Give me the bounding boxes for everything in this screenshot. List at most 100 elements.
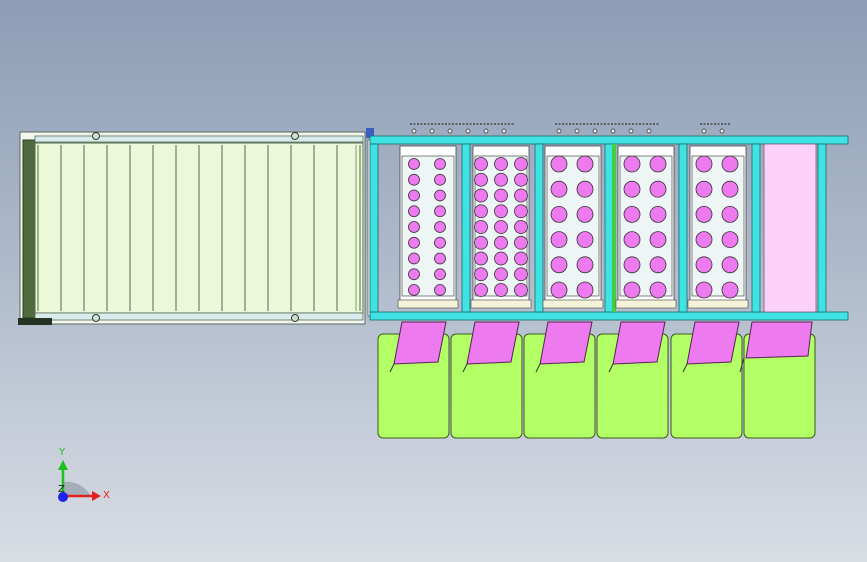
drum-hole [721,205,739,223]
sprocket-icon [646,128,652,134]
drum-hole [721,281,739,299]
sprocket-icon [411,128,417,134]
drum-hole [434,173,446,186]
drum-hole [550,180,568,198]
bearing-icon [291,132,299,140]
drum-hole [474,172,488,187]
drum-hole [494,220,508,234]
sorter-drum [546,155,600,297]
drum-hole [408,268,420,281]
drum-hole [434,221,446,233]
drum-hole [474,220,488,234]
x-axis-label: X [103,490,110,501]
frame-post [604,143,614,313]
discharge-chute [539,321,593,365]
drum-hole [550,231,568,249]
sprocket-icon [574,128,580,134]
drum-hole [474,235,488,250]
frame-post [817,143,827,313]
conveyor-foot [18,318,52,325]
drum-hole [408,284,420,296]
drum-hole [695,256,713,274]
discharge-chute [393,321,447,365]
drum-hole [649,205,667,223]
collection-bins[interactable] [377,321,816,439]
cad-viewport[interactable]: X Y Z [0,0,867,562]
conveyor-bottom-rail [34,312,364,321]
frame-bottom-beam [369,311,849,321]
z-axis-label: Z [58,484,65,495]
drum-hole [623,231,641,249]
drum-hole [434,158,446,170]
frame-post [369,143,379,313]
drum-hole [474,267,488,282]
drum-hole [408,252,420,265]
drum-hole [623,281,641,299]
drive-chains [410,123,730,134]
drum-hole [721,256,739,274]
drum-hole [550,155,568,173]
sprocket-icon [429,128,435,134]
drum-hole [649,281,667,299]
triad-plane [63,481,91,496]
drum-hole [494,204,508,219]
drum-hole [514,188,528,203]
drum-hole [721,180,739,198]
bearing-icon [92,314,100,322]
drum-hole [649,180,667,198]
drum-hole [576,180,594,198]
drum-hole [649,256,667,274]
drum-hole [623,256,641,274]
drum-hole [514,157,528,171]
drum-hole [695,231,713,249]
axis-triad-icon: X Y Z [58,447,110,502]
frame-post [534,143,544,313]
sorter-drum [691,155,745,297]
conveyor-top-rail [34,135,364,143]
drum-hole [514,251,528,266]
drum-hole [623,205,641,223]
drum-hole [623,180,641,198]
drum-hole [695,281,713,299]
drum-hole [408,236,420,249]
frame-top-beam [369,135,849,145]
drum-hole [408,158,420,170]
drum-hole [550,256,568,274]
drum-base [542,299,604,309]
frame-post [461,143,471,313]
drum-hole [408,173,420,186]
drum-base [615,299,677,309]
drum-hole [434,284,446,296]
drum-hole [408,205,420,218]
sorter-frame[interactable] [366,123,849,321]
drum-hole [434,236,446,249]
drum-hole [514,267,528,282]
drum-hole [649,231,667,249]
discharge-chute [466,321,520,365]
sprocket-icon [556,128,562,134]
drum-hole [649,155,667,173]
sprocket-icon [628,128,634,134]
sprocket-icon [465,128,471,134]
drum-hole [550,205,568,223]
sprocket-icon [701,128,707,134]
drum-hole [721,155,739,173]
drum-hole [474,157,488,171]
drum-hole [434,268,446,281]
bearing-icon [291,314,299,322]
drum-base [470,299,532,309]
drum-hole [695,180,713,198]
belt-conveyor[interactable] [18,131,366,325]
drum-hole [494,188,508,203]
discharge-chute [686,321,740,365]
drum-hole [474,283,488,297]
drum-hole [514,283,528,297]
sprocket-icon [592,128,598,134]
assembly-top-view: X Y Z [18,123,849,502]
drum-hole [514,220,528,234]
discharge-chute [745,321,813,359]
drum-hole [576,281,594,299]
drum-hole [408,189,420,202]
drum-hole [695,155,713,173]
sprocket-icon [483,128,489,134]
